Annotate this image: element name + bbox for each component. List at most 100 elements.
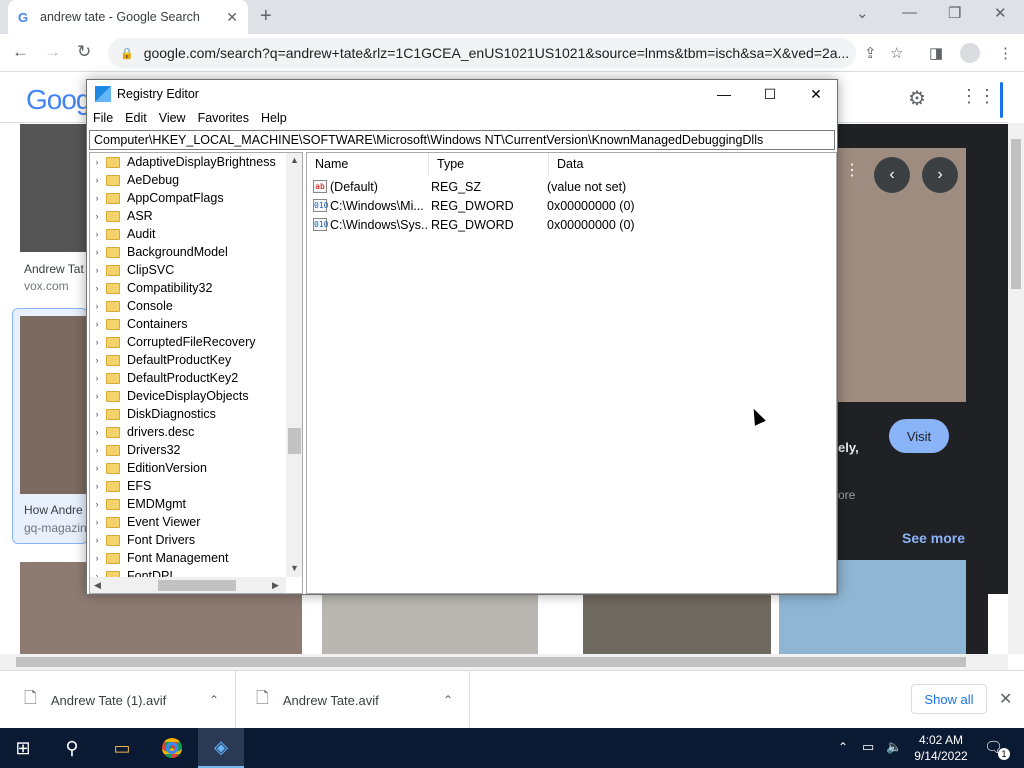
column-header-type[interactable]: Type <box>429 153 549 175</box>
registry-values-pane[interactable]: Name Type Data ab (Default) REG_SZ (value n… <box>306 152 837 594</box>
result-image[interactable] <box>583 594 771 654</box>
expand-arrow-icon[interactable]: › <box>90 373 104 383</box>
next-image-button[interactable]: › <box>922 157 958 193</box>
expand-arrow-icon[interactable]: › <box>90 481 104 491</box>
result-image[interactable] <box>20 316 86 494</box>
tree-item[interactable]: › Font Management <box>90 549 286 567</box>
scroll-left-arrow-icon[interactable]: ◀ <box>94 580 101 591</box>
new-tab-button[interactable]: + <box>260 5 272 28</box>
expand-arrow-icon[interactable]: › <box>90 355 104 365</box>
expand-arrow-icon[interactable]: › <box>90 553 104 563</box>
expand-arrow-icon[interactable]: › <box>90 283 104 293</box>
result-image[interactable] <box>20 124 86 252</box>
close-window-button[interactable]: ✕ <box>994 4 1007 22</box>
google-logo[interactable]: Goog <box>26 84 91 116</box>
visit-button[interactable]: Visit <box>889 419 949 453</box>
tab-close-icon[interactable]: ✕ <box>226 9 238 26</box>
restore-button[interactable]: ❐ <box>948 4 961 22</box>
regedit-minimize-button[interactable]: — <box>701 80 747 108</box>
scroll-thumb[interactable] <box>288 428 301 454</box>
value-row[interactable]: 010 C:\Windows\Sys... REG_DWORD 0x00000000 … <box>307 215 836 234</box>
scroll-right-arrow-icon[interactable]: ▶ <box>272 580 279 591</box>
expand-arrow-icon[interactable]: › <box>90 391 104 401</box>
forward-icon[interactable]: → <box>44 42 61 62</box>
tree-item[interactable]: › EFS <box>90 477 286 495</box>
page-horizontal-scrollbar[interactable] <box>0 654 1008 670</box>
tree-item[interactable]: › Console <box>90 297 286 315</box>
chrome-icon[interactable] <box>150 728 194 768</box>
reload-icon[interactable]: ↻ <box>77 42 91 62</box>
tree-item[interactable]: › CorruptedFileRecovery <box>90 333 286 351</box>
menu-edit[interactable]: Edit <box>119 111 153 125</box>
minimize-button[interactable]: — <box>902 4 917 21</box>
download-item[interactable]: 🗋 Andrew Tate.avif ⌃ <box>236 671 470 729</box>
expand-arrow-icon[interactable]: › <box>90 517 104 527</box>
regedit-taskbar-icon[interactable]: ◈ <box>198 728 244 768</box>
regedit-close-button[interactable]: ✕ <box>793 80 839 108</box>
tree-item[interactable]: › AeDebug <box>90 171 286 189</box>
scroll-thumb[interactable] <box>16 657 966 667</box>
expand-arrow-icon[interactable]: › <box>90 409 104 419</box>
start-windows-icon[interactable]: ⊞ <box>0 728 46 768</box>
prev-image-button[interactable]: ‹ <box>874 157 910 193</box>
tree-item[interactable]: › Drivers32 <box>90 441 286 459</box>
menu-view[interactable]: View <box>153 111 192 125</box>
expand-arrow-icon[interactable]: › <box>90 247 104 257</box>
menu-help[interactable]: Help <box>255 111 293 125</box>
preview-more-icon[interactable]: ⋮ <box>840 160 864 190</box>
clock[interactable]: 4:02 AM 9/14/2022 <box>905 732 977 764</box>
registry-address-bar[interactable]: Computer\HKEY_LOCAL_MACHINE\SOFTWARE\Mic… <box>89 130 835 150</box>
settings-gear-icon[interactable]: ⚙ <box>908 86 926 111</box>
profile-avatar[interactable] <box>960 43 980 63</box>
share-icon[interactable]: ⇪ <box>864 44 877 62</box>
tree-item[interactable]: › DefaultProductKey <box>90 351 286 369</box>
apps-grid-icon[interactable]: ⋮⋮ <box>960 86 996 107</box>
tree-item[interactable]: › DeviceDisplayObjects <box>90 387 286 405</box>
see-more-link[interactable]: See more <box>902 530 965 546</box>
side-panel-icon[interactable]: ◨ <box>929 44 943 62</box>
show-all-button[interactable]: Show all <box>911 684 987 714</box>
file-explorer-icon[interactable]: ▭ <box>100 728 144 768</box>
tree-item[interactable]: › ClipSVC <box>90 261 286 279</box>
tree-item[interactable]: › EditionVersion <box>90 459 286 477</box>
tree-item[interactable]: › FontDPI <box>90 567 286 577</box>
expand-arrow-icon[interactable]: › <box>90 229 104 239</box>
address-bar[interactable]: 🔒 google.com/search?q=andrew+tate&rlz=1C… <box>108 38 856 68</box>
column-header-data[interactable]: Data <box>549 153 838 175</box>
expand-arrow-icon[interactable]: › <box>90 193 104 203</box>
tree-item[interactable]: › ASR <box>90 207 286 225</box>
regedit-maximize-button[interactable]: ☐ <box>747 80 793 108</box>
page-vertical-scrollbar[interactable] <box>1008 123 1024 654</box>
value-row[interactable]: ab (Default) REG_SZ (value not set) <box>307 177 836 196</box>
tree-item[interactable]: › Event Viewer <box>90 513 286 531</box>
tree-item[interactable]: › EMDMgmt <box>90 495 286 513</box>
tree-item[interactable]: › Font Drivers <box>90 531 286 549</box>
tab-search-icon[interactable]: ⌄ <box>856 4 869 22</box>
chevron-up-icon[interactable]: ⌃ <box>443 693 453 707</box>
tree-item[interactable]: › Containers <box>90 315 286 333</box>
tree-item[interactable]: › AdaptiveDisplayBrightness <box>90 153 286 171</box>
menu-kebab-icon[interactable]: ⋮ <box>998 44 1013 62</box>
bookmark-star-icon[interactable]: ☆ <box>890 44 903 62</box>
scroll-thumb[interactable] <box>158 580 236 591</box>
chevron-up-icon[interactable]: ⌃ <box>209 693 219 707</box>
tree-item[interactable]: › Audit <box>90 225 286 243</box>
expand-arrow-icon[interactable]: › <box>90 427 104 437</box>
expand-arrow-icon[interactable]: › <box>90 499 104 509</box>
tree-horizontal-scrollbar[interactable]: ◀ ▶ <box>90 577 286 593</box>
column-header-name[interactable]: Name <box>307 153 429 175</box>
menu-file[interactable]: File <box>87 111 119 125</box>
tree-item[interactable]: › DefaultProductKey2 <box>90 369 286 387</box>
expand-arrow-icon[interactable]: › <box>90 337 104 347</box>
download-item[interactable]: 🗋 Andrew Tate (1).avif ⌃ <box>0 671 236 729</box>
tree-item[interactable]: › Compatibility32 <box>90 279 286 297</box>
expand-arrow-icon[interactable]: › <box>90 265 104 275</box>
expand-arrow-icon[interactable]: › <box>90 319 104 329</box>
tree-item[interactable]: › AppCompatFlags <box>90 189 286 207</box>
registry-tree-pane[interactable]: › AdaptiveDisplayBrightness › AeDebug › AppCo… <box>89 152 303 594</box>
scroll-thumb[interactable] <box>1011 139 1021 289</box>
back-icon[interactable]: ← <box>12 42 29 62</box>
result-caption[interactable]: Andrew Tat <box>24 262 84 276</box>
expand-arrow-icon[interactable]: › <box>90 211 104 221</box>
tree-vertical-scrollbar[interactable]: ▲ ▼ <box>286 153 302 577</box>
